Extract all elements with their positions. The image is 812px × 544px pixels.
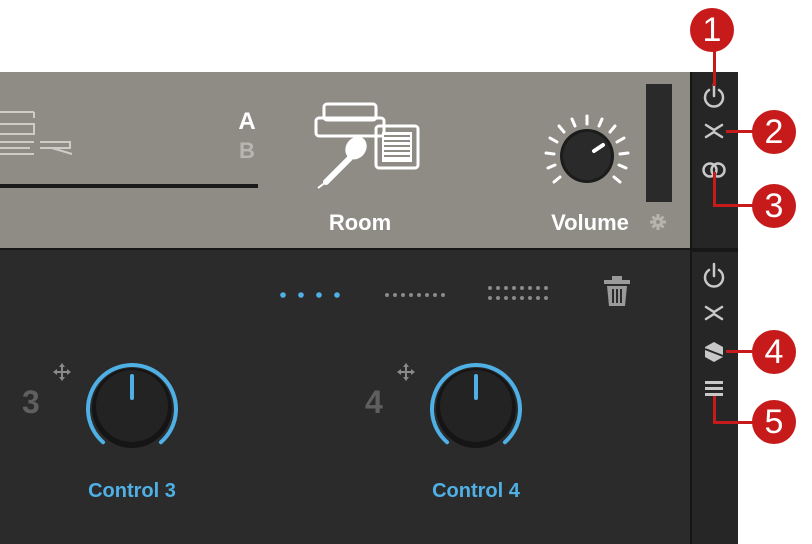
page-dots-4[interactable] <box>278 288 344 302</box>
trash-icon[interactable] <box>602 274 632 308</box>
callout-5-leader <box>713 396 716 422</box>
logo-fragment <box>0 111 73 155</box>
page-dots-8[interactable] <box>384 288 446 302</box>
preset-a-button[interactable]: A <box>232 108 262 136</box>
control-3-number: 3 <box>22 384 40 420</box>
callout-3-leader-h <box>713 204 757 207</box>
move-icon[interactable] <box>396 362 416 382</box>
logo-underline <box>0 184 258 188</box>
control-3-label: Control 3 <box>88 480 176 502</box>
control-3-knob[interactable] <box>74 346 190 462</box>
callout-4: 4 <box>752 330 796 374</box>
room-icon[interactable] <box>300 96 424 192</box>
callout-1: 1 <box>690 8 734 52</box>
volume-knob[interactable] <box>540 112 634 196</box>
collapse-icon[interactable] <box>702 302 726 324</box>
callout-3: 3 <box>752 184 796 228</box>
collapse-icon[interactable] <box>702 120 726 142</box>
preset-b-button[interactable]: B <box>232 138 262 164</box>
power-icon[interactable] <box>702 262 726 290</box>
room-label: Room <box>328 210 392 235</box>
control-4-label: Control 4 <box>432 480 520 502</box>
hex-icon[interactable] <box>703 341 725 363</box>
callout-5-leader-h <box>713 421 757 424</box>
move-icon[interactable] <box>52 362 72 382</box>
callout-5: 5 <box>752 400 796 444</box>
page-dots-16[interactable] <box>486 282 552 306</box>
power-icon[interactable] <box>702 82 726 110</box>
control-4-knob[interactable] <box>418 346 534 462</box>
callout-1-leader <box>713 48 716 86</box>
volume-label: Volume <box>551 210 629 235</box>
volume-meter <box>646 84 672 202</box>
callout-2: 2 <box>752 110 796 154</box>
gear-icon[interactable] <box>649 213 667 231</box>
callout-3-leader <box>713 172 716 206</box>
control-4-number: 4 <box>365 384 383 420</box>
